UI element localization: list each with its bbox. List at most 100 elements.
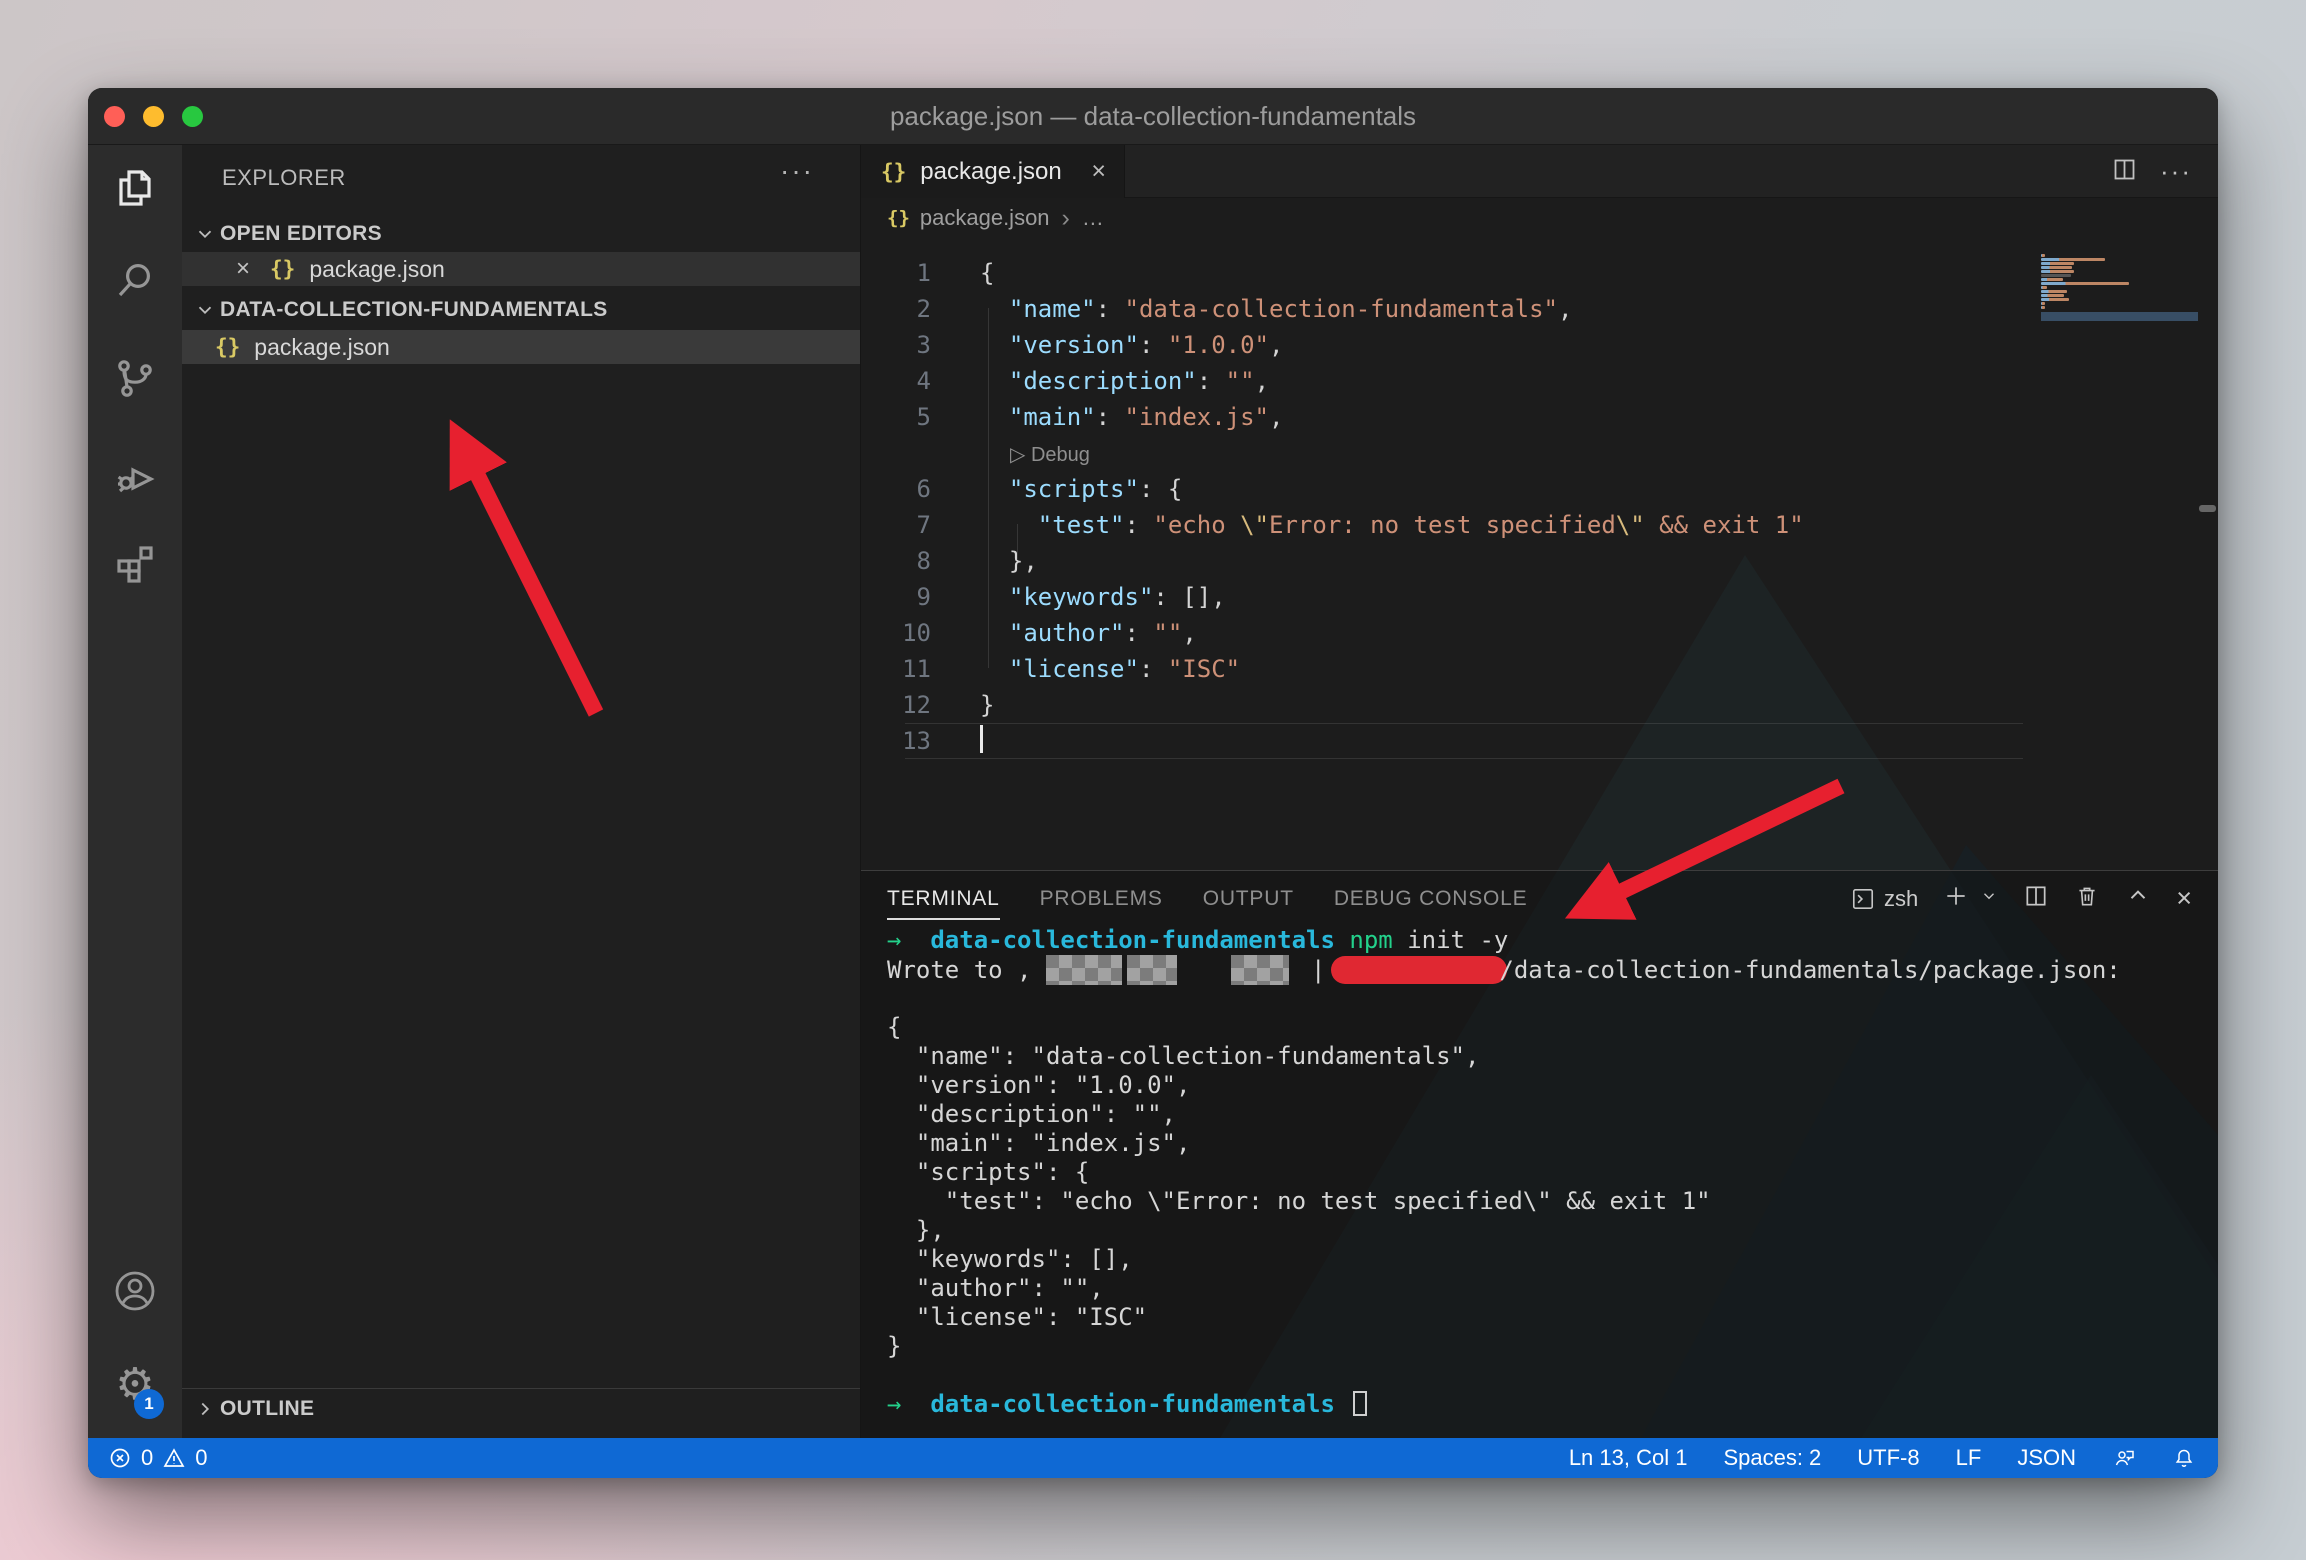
chevron-down-icon [194,223,216,245]
indent-guide [988,308,989,668]
terminal-icon [1850,886,1876,912]
code-line: 5 "main": "index.js", [861,399,2218,435]
open-editor-item-package-json[interactable]: × {} package.json [182,252,860,286]
status-bar: 0 0 Ln 13, Col 1 Spaces: 2 UTF-8 LF JSON [88,1438,2218,1478]
code-line: 8 }, [861,543,2218,579]
terminal-line [887,1361,2210,1390]
minimap-lines [2041,254,2198,309]
title-bar: package.json — data-collection-fundament… [88,88,2218,145]
code-line: 4 "description": "", [861,363,2218,399]
code-line: 3 "version": "1.0.0", [861,327,2218,363]
close-panel-icon[interactable]: × [2176,885,2192,912]
code-line: 7 "test": "echo \"Error: no test specifi… [861,507,2218,543]
tab-close-icon[interactable]: × [1091,157,1106,186]
search-icon[interactable] [111,256,159,304]
shell-selector[interactable]: zsh [1850,886,1918,912]
tree-item-package-json[interactable]: {} package.json [182,330,860,364]
terminal-line [887,984,2210,1013]
terminal-line: Wrote to , |/data-collection-fundamental… [887,955,2210,984]
code-line: 13 [861,723,2218,759]
json-file-icon: {} [887,207,910,229]
maximize-panel-icon[interactable] [2125,883,2151,914]
breadcrumb-symbol[interactable]: … [1082,205,1105,231]
redaction-mosaic [1231,955,1289,985]
terminal-line: "name": "data-collection-fundamentals", [887,1042,2210,1071]
explorer-icon[interactable] [111,164,159,212]
terminal-line: "main": "index.js", [887,1129,2210,1158]
tab-package-json[interactable]: {} package.json × [861,145,1125,198]
terminal-cursor [1353,1391,1367,1416]
run-debug-icon[interactable] [111,452,159,500]
outline-header[interactable]: OUTLINE [182,1393,860,1425]
split-editor-icon[interactable] [2111,156,2138,188]
problems-status[interactable]: 0 0 [108,1438,208,1478]
terminal-line: "scripts": { [887,1158,2210,1187]
terminal-line: "description": "", [887,1100,2210,1129]
tab-terminal[interactable]: TERMINAL [887,871,1000,926]
terminal-output[interactable]: → data-collection-fundamentals npm init … [887,926,2210,1434]
close-editor-icon[interactable]: × [236,252,250,286]
codelens-line: ▷ Debug [861,435,2218,471]
terminal-line: { [887,1013,2210,1042]
launch-profile-chevron-icon[interactable] [1980,887,1998,910]
editor-actions: ··· [2111,145,2192,198]
minimap[interactable] [2041,253,2198,321]
code-editor[interactable]: 1{2 "name": "data-collection-fundamental… [861,238,2218,870]
breadcrumb: {} package.json › … [861,198,2218,238]
tab-debug-console[interactable]: DEBUG CONSOLE [1334,871,1528,926]
redaction-mosaic [1046,955,1122,985]
tab-problems[interactable]: PROBLEMS [1040,871,1163,926]
editor-tab-bar: {} package.json × ··· [861,145,2218,198]
new-terminal-icon[interactable] [1943,883,1969,914]
open-editors-header[interactable]: OPEN EDITORS [182,218,860,250]
errors-icon [108,1446,132,1470]
language-mode[interactable]: JSON [2017,1445,2076,1471]
sidebar-more-icon[interactable]: ··· [780,155,814,187]
tab-label: package.json [920,158,1061,186]
error-count: 0 [141,1445,153,1471]
json-file-icon: {} [215,335,240,359]
terminal-line: "license": "ISC" [887,1303,2210,1332]
kill-terminal-icon[interactable] [2074,883,2100,914]
window-close-button[interactable] [104,106,125,127]
window-zoom-button[interactable] [182,106,203,127]
minimap-slider[interactable] [2041,312,2198,321]
editor-more-icon[interactable]: ··· [2160,156,2192,187]
warning-count: 0 [195,1445,207,1471]
sidebar-title: EXPLORER [222,165,346,191]
account-icon[interactable] [111,1267,159,1315]
extensions-icon[interactable] [111,539,159,587]
eol-sequence[interactable]: LF [1956,1445,1982,1471]
redaction-mosaic [1127,955,1177,985]
cursor-position[interactable]: Ln 13, Col 1 [1569,1445,1688,1471]
codelens-debug-action[interactable]: ▷ Debug [1010,444,1090,466]
split-terminal-icon[interactable] [2023,883,2049,914]
source-control-icon[interactable] [111,354,159,402]
code-line: 12} [861,687,2218,723]
folder-section-header[interactable]: DATA-COLLECTION-FUNDAMENTALS [182,294,860,326]
editor-column: {} package.json × ··· {} package.json › [861,145,2218,1438]
settings-badge: 1 [134,1389,164,1419]
warnings-icon [162,1446,186,1470]
notifications-bell-icon[interactable] [2172,1446,2196,1470]
terminal-line: "author": "", [887,1274,2210,1303]
code-line: 2 "name": "data-collection-fundamentals"… [861,291,2218,327]
terminal-panel: TERMINAL PROBLEMS OUTPUT DEBUG CONSOLE z… [861,870,2218,1438]
terminal-line: → data-collection-fundamentals [887,1390,2210,1419]
breadcrumb-file[interactable]: package.json [920,205,1050,231]
vscode-window: package.json — data-collection-fundament… [88,88,2218,1478]
folder-name-label: DATA-COLLECTION-FUNDAMENTALS [220,298,608,322]
open-editor-file-label: package.json [309,256,445,283]
status-right: Ln 13, Col 1 Spaces: 2 UTF-8 LF JSON [1569,1438,2196,1478]
indentation[interactable]: Spaces: 2 [1723,1445,1821,1471]
chevron-down-icon [194,299,216,321]
panel-tabs: TERMINAL PROBLEMS OUTPUT DEBUG CONSOLE [887,871,1527,926]
redaction-marker [1331,956,1507,984]
editor-scrollbar-thumb[interactable] [2199,505,2216,512]
tab-output[interactable]: OUTPUT [1203,871,1294,926]
window-title: package.json — data-collection-fundament… [288,88,2018,145]
feedback-icon[interactable] [2112,1446,2136,1470]
window-minimize-button[interactable] [143,106,164,127]
code-lines: 1{2 "name": "data-collection-fundamental… [861,255,2218,759]
encoding[interactable]: UTF-8 [1857,1445,1919,1471]
